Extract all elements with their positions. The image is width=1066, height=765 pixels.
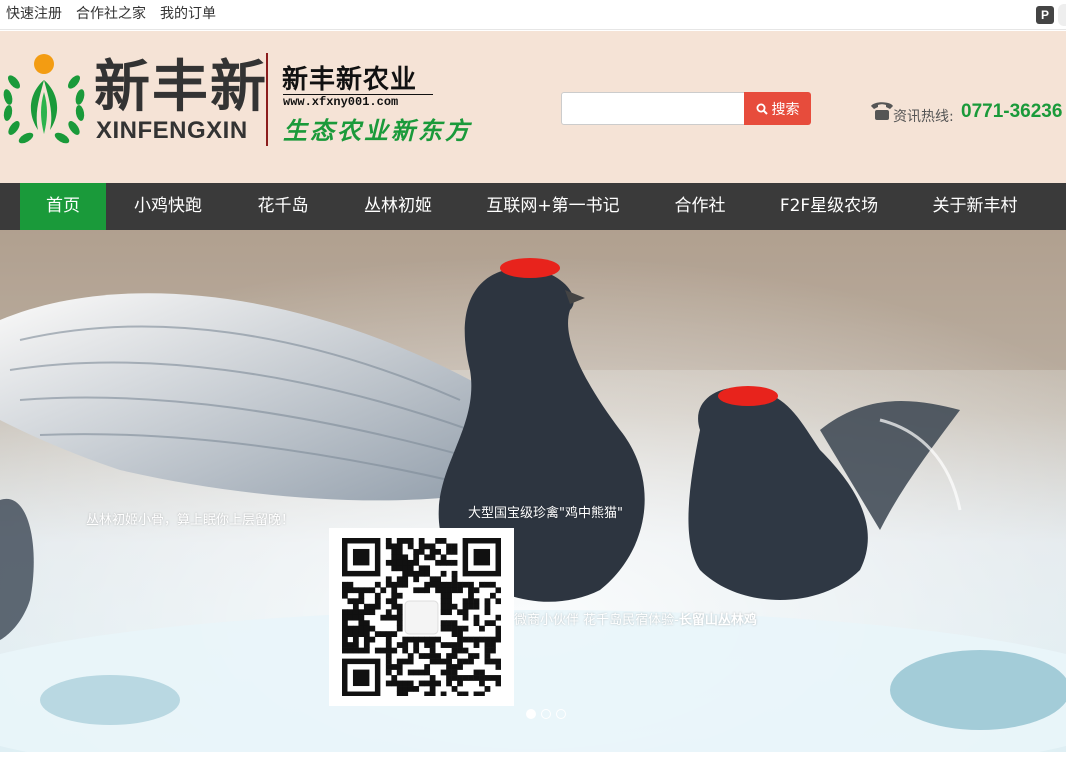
search-button-label: 搜索: [771, 101, 800, 118]
nav-item-about[interactable]: 关于新丰村: [918, 183, 1032, 230]
page-bottom-strip: [0, 752, 1066, 765]
hero-caption-left: 丛林初姬小骨，算上眠你上层留晚！: [86, 513, 295, 528]
hero-caption-top: 大型国宝级珍禽"鸡中熊猫": [468, 506, 623, 521]
top-links: 快速注册 合作社之家 我的订单: [6, 3, 216, 23]
nav-item-flower-island[interactable]: 花千岛: [236, 183, 330, 230]
hotline-label: 资讯热线:: [893, 109, 954, 125]
slide-indicators: [526, 709, 566, 719]
nav-item-jungle[interactable]: 丛林初姬: [350, 183, 446, 230]
logo-english-text: XINFENGXIN: [96, 117, 248, 144]
search-button[interactable]: 搜索: [744, 92, 811, 125]
qr-code-image: [342, 538, 502, 698]
slide-dot-3[interactable]: [556, 709, 566, 719]
nav-item-internet-secretary[interactable]: 互联网+第一书记: [476, 183, 630, 230]
my-orders-link[interactable]: 我的订单: [160, 3, 216, 23]
hero-caption-bottom: 微商小伙伴 花千岛民宿体验-长留山丛林鸡: [514, 609, 757, 628]
logo-divider: [266, 53, 268, 146]
nav-item-f2f-farm[interactable]: F2F星级农场: [768, 183, 890, 230]
search-icon: [756, 103, 768, 115]
main-nav: 首页 小鸡快跑 花千岛 丛林初姬 互联网+第一书记 合作社 F2F星级农场 关于…: [0, 183, 1066, 230]
phone-icon: [871, 102, 893, 120]
hotline-number[interactable]: 0771-36236: [961, 101, 1062, 123]
cooperative-home-link[interactable]: 合作社之家: [76, 3, 146, 23]
brand-slogan: 生态农业新东方: [283, 116, 472, 145]
nav-item-cooperative[interactable]: 合作社: [660, 183, 740, 230]
nav-item-home[interactable]: 首页: [20, 183, 106, 230]
search-input[interactable]: [561, 92, 745, 125]
logo-chinese-text: 新丰新: [94, 55, 268, 120]
pinterest-icon[interactable]: P: [1036, 6, 1054, 24]
hero-caption-bottom-highlight: 长留山丛林鸡: [678, 613, 757, 628]
brand-url: www.xfxny001.com: [283, 94, 433, 109]
slide-dot-1[interactable]: [526, 709, 536, 719]
logo-emblem-icon[interactable]: [0, 52, 88, 148]
nav-item-chick-run[interactable]: 小鸡快跑: [120, 183, 216, 230]
hero-banner[interactable]: 丛林初姬小骨，算上眠你上层留晚！ 大型国宝级珍禽"鸡中熊猫" 微商小伙伴 花千岛…: [0, 230, 1066, 752]
register-link[interactable]: 快速注册: [6, 3, 62, 23]
top-bar: 快速注册 合作社之家 我的订单 P: [0, 0, 1066, 30]
scroll-edge: [1058, 4, 1066, 26]
brand-title: 新丰新农业: [282, 65, 418, 95]
hero-image: [0, 230, 1066, 752]
qr-code: [329, 528, 514, 706]
site-header: 新丰新 XINFENGXIN 新丰新农业 www.xfxny001.com 生态…: [0, 31, 1066, 183]
slide-dot-2[interactable]: [541, 709, 551, 719]
hero-caption-bottom-text: 微商小伙伴 花千岛民宿体验-: [514, 613, 679, 628]
